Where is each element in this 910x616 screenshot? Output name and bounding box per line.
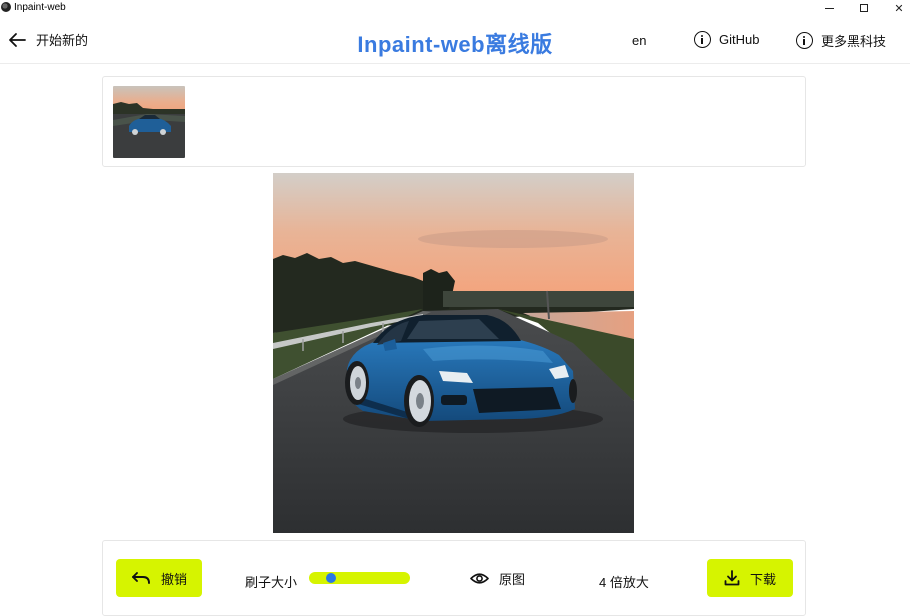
show-original-button[interactable]: 原图 <box>470 569 525 588</box>
image-editor-canvas[interactable] <box>273 173 634 533</box>
car-photo-thumbnail <box>113 86 185 158</box>
maximize-icon <box>860 4 868 12</box>
thumbnail-strip <box>102 76 806 167</box>
more-tech-link[interactable]: 更多黑科技 <box>796 31 886 50</box>
info-circle-icon <box>796 32 813 49</box>
minimize-button[interactable] <box>812 0 846 16</box>
close-icon: ✕ <box>894 2 904 15</box>
brush-size-slider[interactable] <box>309 572 410 584</box>
github-label: GitHub <box>719 32 760 47</box>
more-tech-label: 更多黑科技 <box>821 34 887 49</box>
brush-size-label: 刷子大小 <box>245 575 298 590</box>
language-switch[interactable]: en <box>632 33 646 48</box>
undo-button[interactable]: 撤销 <box>116 559 202 597</box>
undo-label: 撤销 <box>160 571 187 587</box>
info-circle-icon <box>694 31 711 48</box>
brush-size-slider-thumb[interactable] <box>326 573 337 583</box>
arrow-left-icon <box>9 32 26 47</box>
window-title: Inpaint-web <box>14 2 66 13</box>
undo-arrow-icon <box>132 572 150 584</box>
start-new-button[interactable]: 开始新的 <box>8 30 88 49</box>
download-button[interactable]: 下载 <box>707 559 793 597</box>
download-label: 下载 <box>749 571 776 587</box>
minimize-icon <box>824 7 834 9</box>
github-link[interactable]: GitHub <box>694 31 759 48</box>
app-header: 开始新的 Inpaint-web离线版 en GitHub 更多黑科技 <box>0 18 910 64</box>
show-original-label: 原图 <box>499 572 526 587</box>
brand-title: Inpaint-web离线版 <box>357 32 553 57</box>
maximize-button[interactable] <box>847 0 881 16</box>
editor-toolbar: 撤销 刷子大小 原图 4 倍放大 下载 <box>102 540 806 616</box>
image-thumbnail[interactable] <box>113 86 185 158</box>
close-button[interactable]: ✕ <box>882 0 910 16</box>
download-icon <box>724 570 740 586</box>
app-logo-icon <box>1 2 11 12</box>
eye-icon <box>470 573 489 584</box>
car-photo <box>273 173 634 533</box>
upscale-4x-button[interactable]: 4 倍放大 <box>599 572 649 591</box>
start-new-label: 开始新的 <box>36 33 89 48</box>
window-titlebar: Inpaint-web ✕ <box>0 0 910 16</box>
